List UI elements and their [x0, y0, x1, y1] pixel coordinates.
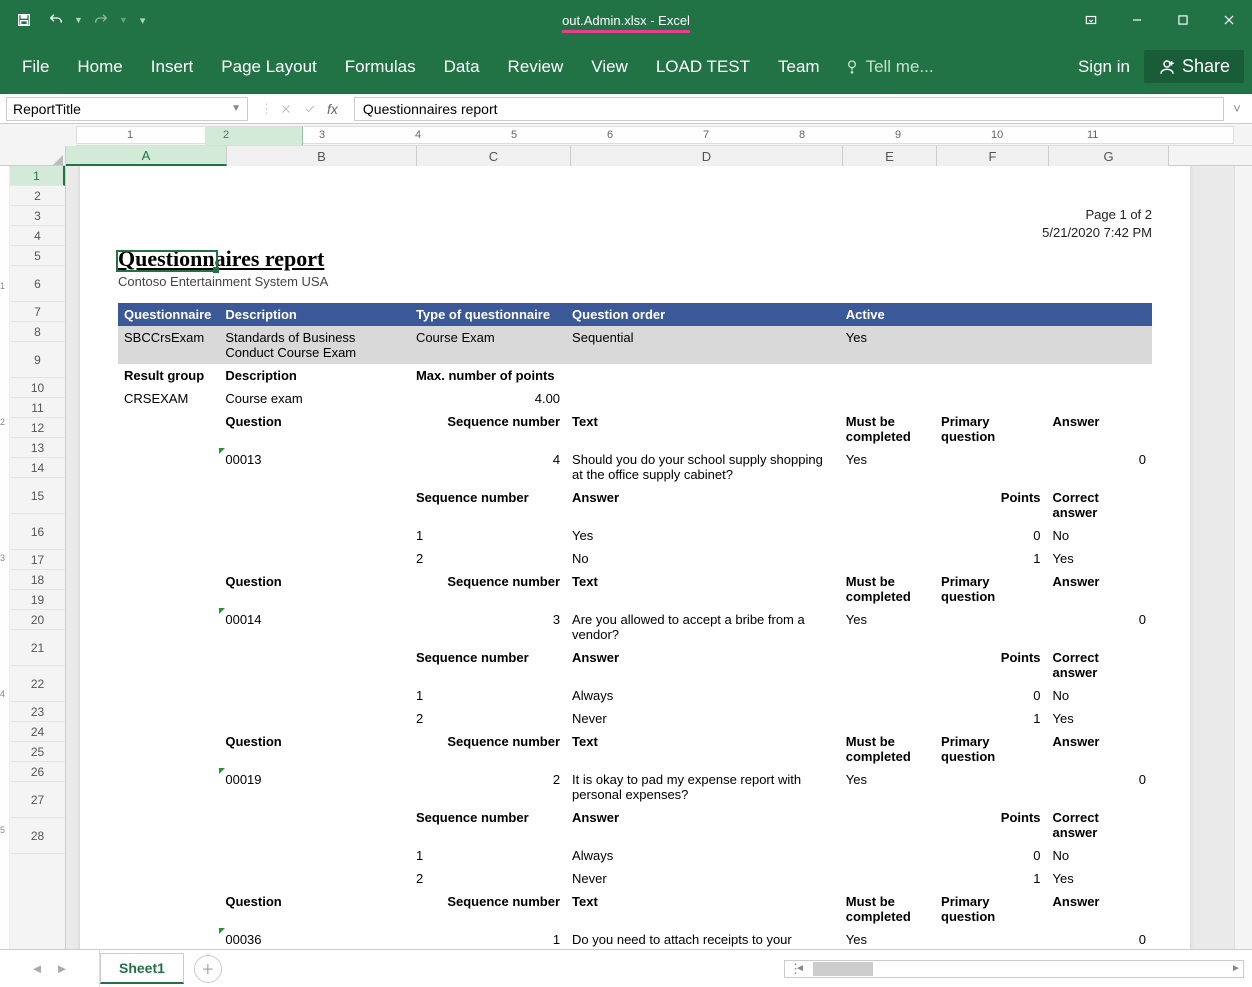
cancel-formula-icon[interactable] [275, 98, 297, 120]
report-subtitle: Contoso Entertainment System USA [118, 274, 1152, 289]
redo-icon[interactable] [87, 6, 115, 34]
row-header-27[interactable]: 27 [10, 782, 65, 818]
formula-input[interactable]: Questionnaires report [354, 97, 1224, 121]
row-header-26[interactable]: 26 [10, 762, 65, 782]
row-header-20[interactable]: 20 [10, 610, 65, 630]
row-header-9[interactable]: 9 [10, 342, 65, 378]
next-sheet-icon[interactable]: ► [56, 961, 69, 976]
tab-load-test[interactable]: LOAD TEST [642, 40, 764, 94]
undo-dropdown-icon[interactable]: ▼ [74, 15, 83, 25]
tab-home[interactable]: Home [63, 40, 136, 94]
row-header-1[interactable]: 1 [10, 166, 65, 186]
row-header-6[interactable]: 6 [10, 266, 65, 302]
status-bar: ◄ ► Sheet1 ＋ ⋮◄► [0, 949, 1252, 987]
row-header-7[interactable]: 7 [10, 302, 65, 322]
row-header-28[interactable]: 28 [10, 818, 65, 854]
report-title: Questionnaires report [118, 246, 1152, 272]
row-header-22[interactable]: 22 [10, 666, 65, 702]
row-header-3[interactable]: 3 [10, 206, 65, 226]
maximize-icon[interactable] [1160, 0, 1206, 40]
name-box[interactable]: ReportTitle▼ [6, 97, 248, 121]
row-header-11[interactable]: 11 [10, 398, 65, 418]
worksheet-grid: 123456 123456789101112131415161718192021… [0, 166, 1252, 949]
minimize-icon[interactable] [1114, 0, 1160, 40]
horizontal-ruler: 1234567891011 [0, 124, 1252, 146]
prev-sheet-icon[interactable]: ◄ [31, 961, 44, 976]
col-header-f[interactable]: F [937, 146, 1049, 166]
expand-formula-icon[interactable]: ˅ [1228, 101, 1246, 116]
close-icon[interactable] [1206, 0, 1252, 40]
row-header-2[interactable]: 2 [10, 186, 65, 206]
page-canvas[interactable]: Page 1 of 2 5/21/2020 7:42 PM Questionna… [66, 166, 1234, 949]
row-header-13[interactable]: 13 [10, 438, 65, 458]
save-icon[interactable] [10, 6, 38, 34]
redo-dropdown-icon: ▼ [119, 15, 128, 25]
row-header-12[interactable]: 12 [10, 418, 65, 438]
col-header-b[interactable]: B [227, 146, 417, 166]
row-header-17[interactable]: 17 [10, 550, 65, 570]
enter-formula-icon[interactable] [299, 98, 321, 120]
tab-team[interactable]: Team [764, 40, 834, 94]
title-bar: ▼ ▼ ▾ out.Admin.xlsx - Excel [0, 0, 1252, 40]
formula-bar: ReportTitle▼ ⋮ fx Questionnaires report … [0, 94, 1252, 124]
row-header-15[interactable]: 15 [10, 478, 65, 514]
fx-icon[interactable]: fx [323, 101, 342, 117]
col-header-c[interactable]: C [417, 146, 571, 166]
row-header-25[interactable]: 25 [10, 742, 65, 762]
row-header-18[interactable]: 18 [10, 570, 65, 590]
ribbon-display-icon[interactable] [1068, 0, 1114, 40]
row-header-23[interactable]: 23 [10, 702, 65, 722]
vertical-ruler: 123456 [0, 166, 10, 949]
tab-review[interactable]: Review [494, 40, 578, 94]
page: Page 1 of 2 5/21/2020 7:42 PM Questionna… [80, 166, 1190, 949]
col-header-a[interactable]: A [66, 146, 227, 166]
ribbon: File Home Insert Page Layout Formulas Da… [0, 40, 1252, 94]
row-header-24[interactable]: 24 [10, 722, 65, 742]
row-header-21[interactable]: 21 [10, 630, 65, 666]
vertical-scrollbar[interactable] [1234, 166, 1252, 949]
col-header-e[interactable]: E [843, 146, 937, 166]
tab-page-layout[interactable]: Page Layout [207, 40, 330, 94]
row-header-16[interactable]: 16 [10, 514, 65, 550]
window-title: out.Admin.xlsx - Excel [562, 13, 690, 28]
col-header-g[interactable]: G [1049, 146, 1169, 166]
row-header-10[interactable]: 10 [10, 378, 65, 398]
tab-view[interactable]: View [577, 40, 642, 94]
page-number: Page 1 of 2 [118, 206, 1152, 224]
quick-access-toolbar: ▼ ▼ ▾ [0, 6, 145, 34]
undo-icon[interactable] [42, 6, 70, 34]
tab-data[interactable]: Data [430, 40, 494, 94]
page-datetime: 5/21/2020 7:42 PM [118, 224, 1152, 242]
sign-in-button[interactable]: Sign in [1064, 57, 1144, 77]
tab-insert[interactable]: Insert [137, 40, 208, 94]
horizontal-scrollbar[interactable]: ⋮◄► [784, 960, 1244, 978]
tab-formulas[interactable]: Formulas [331, 40, 430, 94]
share-button[interactable]: Share [1144, 50, 1244, 83]
chevron-down-icon[interactable]: ▼ [231, 103, 241, 114]
tell-me-input[interactable]: Tell me... [844, 57, 934, 77]
column-headers: A B C D E F G [0, 146, 1252, 166]
row-headers: 1234567891011121314151617181920212223242… [10, 166, 66, 949]
report-table: QuestionnaireDescriptionType of question… [118, 303, 1152, 949]
qat-customize-icon[interactable]: ▾ [132, 14, 146, 27]
tab-file[interactable]: File [8, 40, 63, 94]
sheet-tab-sheet1[interactable]: Sheet1 [100, 953, 184, 984]
row-header-19[interactable]: 19 [10, 590, 65, 610]
row-header-8[interactable]: 8 [10, 322, 65, 342]
row-header-14[interactable]: 14 [10, 458, 65, 478]
row-header-5[interactable]: 5 [10, 246, 65, 266]
col-header-d[interactable]: D [571, 146, 843, 166]
add-sheet-button[interactable]: ＋ [194, 955, 222, 983]
sheet-nav[interactable]: ◄ ► [0, 950, 100, 987]
row-header-4[interactable]: 4 [10, 226, 65, 246]
select-all-triangle[interactable] [0, 146, 66, 165]
